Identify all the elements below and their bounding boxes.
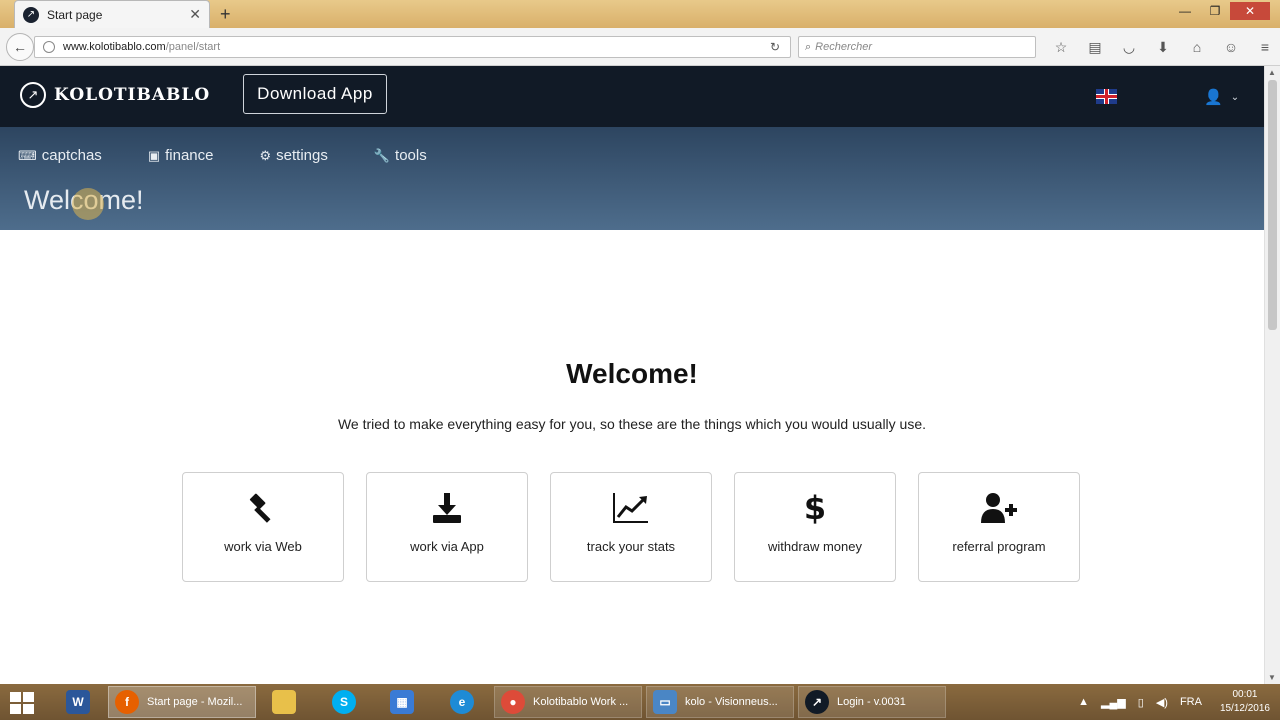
browser-toolbar: ☆ ▤ ◡ ⬇ ⌂ ☺ ≡ bbox=[1044, 36, 1280, 58]
card-withdraw-money[interactable]: $ withdraw money bbox=[734, 472, 896, 582]
battery-icon[interactable]: ▯ bbox=[1138, 696, 1144, 709]
keyboard-icon: ⌨ bbox=[18, 147, 37, 163]
menu-item-label: tools bbox=[395, 147, 427, 164]
search-input[interactable]: ⌕ Rechercher bbox=[798, 36, 1036, 58]
browser-tab-bar: ↗ Start page ✕ + — ❐ ✕ bbox=[0, 0, 1280, 28]
chat-icon[interactable]: ☺ bbox=[1214, 36, 1248, 58]
chart-icon bbox=[612, 491, 650, 525]
windows-start-icon[interactable] bbox=[10, 692, 34, 714]
taskbar-item-login[interactable]: ↗ Login - v.0031 bbox=[798, 686, 946, 718]
quick-links: work via Web work via App track your sta… bbox=[182, 472, 1102, 582]
page-scrollbar[interactable]: ▲ ▼ bbox=[1264, 66, 1280, 684]
network-icon[interactable]: ▂▄▆ bbox=[1101, 696, 1126, 709]
gear-icon: ⚙ bbox=[259, 147, 272, 163]
menu-item-label: captchas bbox=[41, 147, 102, 164]
maximize-icon[interactable]: ❐ bbox=[1200, 2, 1230, 20]
volume-icon[interactable]: ◀) bbox=[1156, 696, 1168, 709]
skype-taskbar-icon[interactable]: S bbox=[326, 686, 370, 718]
uk-flag-icon[interactable] bbox=[1096, 89, 1117, 104]
taskbar-item-label: Login - v.0031 bbox=[837, 696, 906, 708]
menu-item-settings[interactable]: ⚙ settings bbox=[259, 147, 327, 164]
reading-list-icon[interactable]: ▤ bbox=[1078, 36, 1112, 58]
language-indicator[interactable]: FRA bbox=[1180, 696, 1202, 708]
new-tab-button[interactable]: + bbox=[220, 4, 231, 25]
money-icon: ▣ bbox=[147, 147, 161, 163]
tray-arrow-icon[interactable]: ▲ bbox=[1078, 696, 1089, 708]
card-work-via-app[interactable]: work via App bbox=[366, 472, 528, 582]
menu-item-tools[interactable]: 🔧 tools bbox=[374, 147, 427, 164]
logo-text: KOLOTIBABLO bbox=[54, 85, 211, 105]
add-user-icon bbox=[979, 491, 1019, 525]
search-icon: ⌕ bbox=[805, 40, 812, 53]
site-favicon-icon: ↗ bbox=[23, 6, 39, 23]
chevron-down-icon: ⌄ bbox=[1230, 91, 1240, 103]
download-app-button[interactable]: Download App bbox=[243, 74, 387, 114]
taskbar-item-photo-viewer[interactable]: ▭ kolo - Visionneus... bbox=[646, 686, 794, 718]
system-tray: ▲ ▂▄▆ ▯ ◀) FRA 00:01 15/12/2016 bbox=[1078, 688, 1270, 716]
page-subtitle: We tried to make everything easy for you… bbox=[337, 416, 927, 432]
word-taskbar-icon[interactable]: W bbox=[60, 686, 104, 718]
clock-time: 00:01 bbox=[1232, 689, 1258, 700]
globe-icon bbox=[43, 41, 55, 53]
download-icon bbox=[430, 491, 464, 525]
main-menu: ⌨ captchas ▣ finance ⚙ settings 🔧 tools bbox=[18, 147, 473, 164]
gavel-icon bbox=[246, 491, 280, 525]
close-tab-icon[interactable]: ✕ bbox=[189, 6, 201, 23]
back-button[interactable]: ← bbox=[6, 33, 34, 61]
menu-item-label: finance bbox=[165, 147, 214, 164]
menu-item-label: settings bbox=[276, 147, 328, 164]
site-header: ↗ KOLOTIBABLO Download App 👤 ⌄ bbox=[0, 66, 1264, 127]
card-label: withdraw money bbox=[768, 539, 862, 554]
taskbar-item-label: Kolotibablo Work ... bbox=[533, 696, 629, 708]
reload-icon[interactable]: ↻ bbox=[770, 40, 780, 54]
menu-item-captchas[interactable]: ⌨ captchas bbox=[18, 147, 102, 164]
window-controls: — ❐ ✕ bbox=[1170, 2, 1270, 20]
control-panel-taskbar-icon[interactable]: ▦ bbox=[384, 686, 428, 718]
browser-tab[interactable]: ↗ Start page ✕ bbox=[14, 0, 210, 28]
file-explorer-taskbar-icon[interactable] bbox=[266, 686, 310, 718]
mouse-cursor-highlight bbox=[72, 188, 104, 220]
search-placeholder: Rechercher bbox=[815, 41, 873, 53]
user-menu[interactable]: 👤 ⌄ bbox=[1204, 88, 1239, 106]
scroll-up-icon[interactable]: ▲ bbox=[1268, 68, 1276, 77]
clock[interactable]: 00:01 15/12/2016 bbox=[1220, 688, 1270, 716]
main-content: Welcome! We tried to make everything eas… bbox=[0, 230, 1264, 684]
card-label: work via App bbox=[410, 539, 484, 554]
pocket-icon[interactable]: ◡ bbox=[1112, 36, 1146, 58]
card-track-stats[interactable]: track your stats bbox=[550, 472, 712, 582]
card-label: track your stats bbox=[586, 539, 676, 554]
scroll-down-icon[interactable]: ▼ bbox=[1268, 673, 1276, 682]
minimize-icon[interactable]: — bbox=[1170, 2, 1200, 20]
card-label: work via Web bbox=[224, 539, 302, 554]
logo-mark-icon: ↗ bbox=[20, 82, 46, 108]
card-label: referral program bbox=[952, 539, 1046, 554]
menu-item-finance[interactable]: ▣ finance bbox=[148, 147, 214, 164]
taskbar-item-chrome[interactable]: ● Kolotibablo Work ... bbox=[494, 686, 642, 718]
url-path: /panel/start bbox=[165, 41, 221, 53]
site-nav: ⌨ captchas ▣ finance ⚙ settings 🔧 tools … bbox=[0, 127, 1264, 230]
menu-icon[interactable]: ≡ bbox=[1248, 36, 1280, 58]
taskbar-item-firefox[interactable]: f Start page - Mozil... bbox=[108, 686, 256, 718]
scrollbar-thumb[interactable] bbox=[1268, 80, 1277, 330]
card-referral-program[interactable]: referral program bbox=[918, 472, 1080, 582]
site-logo[interactable]: ↗ KOLOTIBABLO bbox=[20, 82, 210, 108]
downloads-icon[interactable]: ⬇ bbox=[1146, 36, 1180, 58]
close-window-icon[interactable]: ✕ bbox=[1230, 2, 1270, 20]
browser-nav-bar: ← www.kolotibablo.com/panel/start ↻ ⌕ Re… bbox=[0, 28, 1280, 66]
internet-explorer-taskbar-icon[interactable]: e bbox=[444, 686, 488, 718]
windows-taskbar: W f Start page - Mozil... S ▦ e ● Koloti… bbox=[0, 684, 1280, 720]
clock-date: 15/12/2016 bbox=[1219, 703, 1270, 714]
url-domain: www.kolotibablo.com bbox=[63, 41, 166, 53]
url-bar[interactable]: www.kolotibablo.com/panel/start ↻ bbox=[34, 36, 791, 58]
taskbar-item-label: kolo - Visionneus... bbox=[685, 696, 778, 708]
taskbar-item-label: Start page - Mozil... bbox=[147, 696, 243, 708]
user-icon: 👤 bbox=[1204, 89, 1223, 106]
card-work-via-web[interactable]: work via Web bbox=[182, 472, 344, 582]
home-icon[interactable]: ⌂ bbox=[1180, 36, 1214, 58]
page-title: Welcome! bbox=[566, 358, 698, 389]
tab-title: Start page bbox=[47, 7, 103, 22]
dollar-icon: $ bbox=[803, 489, 827, 527]
wrench-icon: 🔧 bbox=[373, 147, 391, 163]
bookmark-star-icon[interactable]: ☆ bbox=[1044, 36, 1078, 58]
